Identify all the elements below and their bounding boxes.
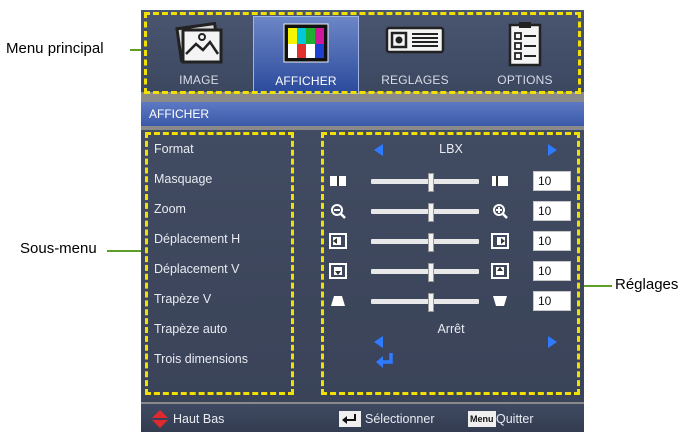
deplacement-h-value: 10 [533,231,571,251]
masquage-value: 10 [533,171,571,191]
h-shift-right-icon[interactable] [491,233,509,249]
section-title-bar: AFFICHER [141,102,584,126]
overscan-increase-icon[interactable] [491,173,509,189]
section-title: AFFICHER [149,107,209,121]
trapeze-auto-prev-arrow[interactable] [374,336,383,348]
menu-item-trois-dimensions[interactable]: Trois dimensions [154,352,248,366]
masquage-row: 10 [141,171,584,192]
footer-nav-label: Haut Bas [173,412,225,426]
enter-key-icon [339,411,361,427]
zoom-in-icon[interactable] [491,203,509,219]
main-menu-highlight [144,12,581,94]
format-value: LBX [439,142,463,156]
trapeze-auto-value: Arrêt [437,322,465,336]
deplacement-h-row: 10 [141,231,584,252]
trapeze-auto-next-arrow[interactable] [548,336,557,348]
v-shift-down-icon[interactable] [329,263,347,279]
deplacement-v-value: 10 [533,261,571,281]
footer-quit-label: Quitter [496,412,534,426]
v-shift-up-icon[interactable] [491,263,509,279]
keystone-narrow-top-icon[interactable] [329,293,347,309]
zoom-value: 10 [533,201,571,221]
footer-bar: Haut Bas Sélectionner Menu Quitter [141,404,584,432]
menu-item-trapeze-auto[interactable]: Trapèze auto [154,322,227,336]
settings-panel: Format Masquage Zoom Déplacement H Dépla… [141,130,584,402]
masquage-slider-knob[interactable] [428,173,435,192]
zoom-slider-knob[interactable] [428,203,435,222]
trapeze-v-row: 10 [141,291,584,312]
menu-key-icon: Menu [468,411,496,427]
trapeze-v-slider[interactable] [371,293,479,312]
zoom-slider[interactable] [371,203,479,222]
up-down-nav-icon [152,410,168,428]
h-shift-left-icon[interactable] [329,233,347,249]
menu-item-format[interactable]: Format [154,142,194,156]
trapeze-v-value: 10 [533,291,571,311]
footer-select-label: Sélectionner [365,412,435,426]
callout-settings: Réglages [615,276,679,293]
deplacement-v-row: 10 [141,261,584,282]
callout-sub-menu: Sous-menu [20,240,97,257]
callout-main-menu: Menu principal [6,40,104,57]
trapeze-v-slider-knob[interactable] [428,293,435,312]
enter-icon[interactable] [374,351,396,371]
deplacement-h-slider[interactable] [371,233,479,252]
keystone-narrow-bottom-icon[interactable] [491,293,509,309]
osd-menu: IMAGE AFFICHER REGLAGES OPTIONS AFFICHER… [141,10,584,432]
deplacement-v-slider[interactable] [371,263,479,282]
deplacement-h-slider-knob[interactable] [428,233,435,252]
zoom-row: 10 [141,201,584,222]
overscan-decrease-icon[interactable] [329,173,347,189]
masquage-slider[interactable] [371,173,479,192]
deplacement-v-slider-knob[interactable] [428,263,435,282]
main-menu-bar: IMAGE AFFICHER REGLAGES OPTIONS [141,10,584,94]
zoom-out-icon[interactable] [329,203,347,219]
format-next-arrow[interactable] [548,144,557,156]
format-prev-arrow[interactable] [374,144,383,156]
